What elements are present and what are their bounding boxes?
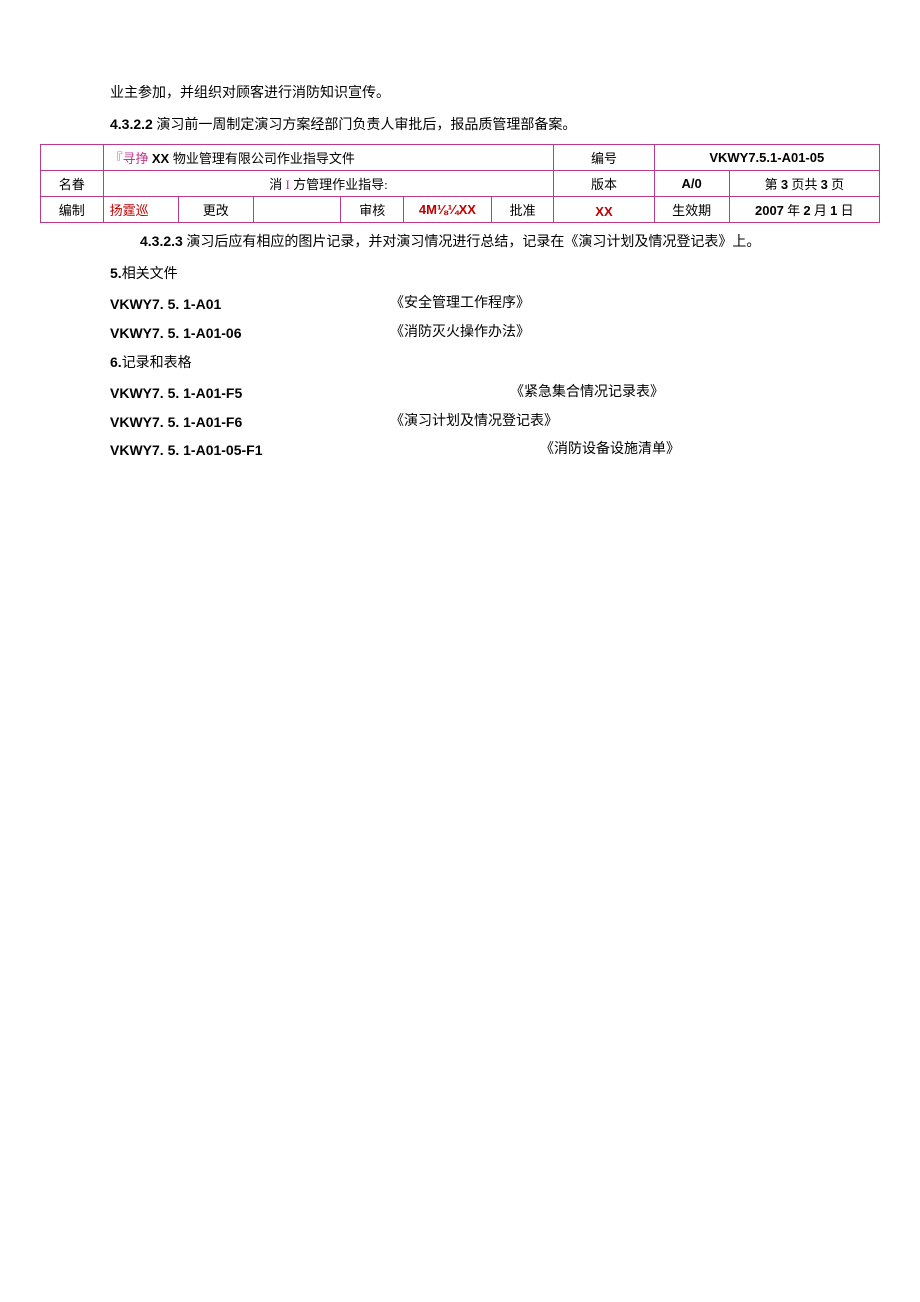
doc-name-1: 《安全管理工作程序》 — [390, 291, 810, 318]
section-number-5: 5. — [110, 265, 122, 281]
table-cell-page: 第 3 页共 3 页 — [729, 171, 879, 197]
doc-name-4: 《演习计划及情况登记表》 — [390, 409, 810, 436]
doc-name-i: I — [286, 177, 294, 192]
doc-code-2: VKWY7. 5. 1-A01-06 — [110, 320, 390, 347]
table-cell-doc-name: 消 I 方管理作业指导: — [103, 171, 554, 197]
doc-code-4: VKWY7. 5. 1-A01-F6 — [110, 409, 390, 436]
table-cell-approve-label: 批准 — [491, 197, 554, 223]
section-6-heading: 6.记录和表格 — [110, 348, 810, 378]
table-cell-author: 扬霆巡 — [103, 197, 178, 223]
paragraph-3-text: 演习后应有相应的图片记录，并对演习情况进行总结，记录在《演习计划及情况登记表》上… — [183, 235, 761, 250]
doc-name-3: 《紧急集合情况记录表》 — [390, 380, 810, 407]
doc-name-5: 《消防设备设施清单》 — [390, 437, 810, 464]
table-cell-review-label: 审核 — [341, 197, 404, 223]
table-cell-name-label: 名眷 — [41, 171, 104, 197]
table-cell-label-number: 编号 — [554, 145, 654, 171]
section-number-4322: 4.3.2.2 — [110, 116, 153, 132]
table-row: 名眷 消 I 方管理作业指导: 版本 A/0 第 3 页共 3 页 — [41, 171, 880, 197]
section-5-heading: 5.相关文件 — [110, 259, 810, 289]
table-cell-approve: XX — [554, 197, 654, 223]
table-cell-empty — [41, 145, 104, 171]
paragraph-2-text: 演习前一周制定演习方案经部门负责人审批后，报品质管理部备案。 — [153, 118, 577, 133]
doc-name-suffix: 方管理作业指导: — [293, 177, 388, 192]
doc-item-3: VKWY7. 5. 1-A01-F5 《紧急集合情况记录表》 — [110, 380, 810, 407]
paragraph-3: 4.3.2.3 演习后应有相应的图片记录，并对演习情况进行总结，记录在《演习计划… — [110, 227, 810, 257]
table-cell-version: A/0 — [654, 171, 729, 197]
section-5-title: 相关文件 — [122, 267, 178, 282]
doc-item-2: VKWY7. 5. 1-A01-06 《消防灭火操作办法》 — [110, 320, 810, 347]
table-cell-review: 4M⅛¼XX — [404, 197, 492, 223]
table-cell-effective-date: 2007 年 2 月 1 日 — [729, 197, 879, 223]
table-cell-change — [253, 197, 341, 223]
company-prefix: 『寻挣 — [110, 151, 152, 166]
table-cell-author-label: 编制 — [41, 197, 104, 223]
table-cell-doc-number: VKWY7.5.1-A01-05 — [654, 145, 879, 171]
section-6-title: 记录和表格 — [122, 356, 192, 371]
paragraph-2: 4.3.2.2 演习前一周制定演习方案经部门负责人审批后，报品质管理部备案。 — [110, 110, 810, 140]
table-row: 编制 扬霆巡 更改 审核 4M⅛¼XX 批准 XX 生效期 2007 年 2 月… — [41, 197, 880, 223]
section-number-6: 6. — [110, 354, 122, 370]
doc-item-5: VKWY7. 5. 1-A01-05-F1 《消防设备设施清单》 — [110, 437, 810, 464]
table-cell-change-label: 更改 — [178, 197, 253, 223]
doc-item-1: VKWY7. 5. 1-A01 《安全管理工作程序》 — [110, 291, 810, 318]
doc-code-5: VKWY7. 5. 1-A01-05-F1 — [110, 437, 390, 464]
table-cell-effective-label: 生效期 — [654, 197, 729, 223]
document-header-table: 『寻挣 XX 物业管理有限公司作业指导文件 编号 VKWY7.5.1-A01-0… — [40, 144, 880, 223]
paragraph-1: 业主参加，并组织对顾客进行消防知识宣传。 — [110, 80, 810, 108]
company-suffix: 物业管理有限公司作业指导文件 — [173, 151, 355, 166]
doc-name-2: 《消防灭火操作办法》 — [390, 320, 810, 347]
doc-name-text: 消 — [269, 177, 285, 192]
table-row: 『寻挣 XX 物业管理有限公司作业指导文件 编号 VKWY7.5.1-A01-0… — [41, 145, 880, 171]
doc-code-3: VKWY7. 5. 1-A01-F5 — [110, 380, 390, 407]
doc-code-1: VKWY7. 5. 1-A01 — [110, 291, 390, 318]
table-cell-company: 『寻挣 XX 物业管理有限公司作业指导文件 — [103, 145, 554, 171]
doc-item-4: VKWY7. 5. 1-A01-F6 《演习计划及情况登记表》 — [110, 409, 810, 436]
table-cell-version-label: 版本 — [554, 171, 654, 197]
company-xx: XX — [152, 151, 173, 166]
section-number-4323: 4.3.2.3 — [140, 233, 183, 249]
